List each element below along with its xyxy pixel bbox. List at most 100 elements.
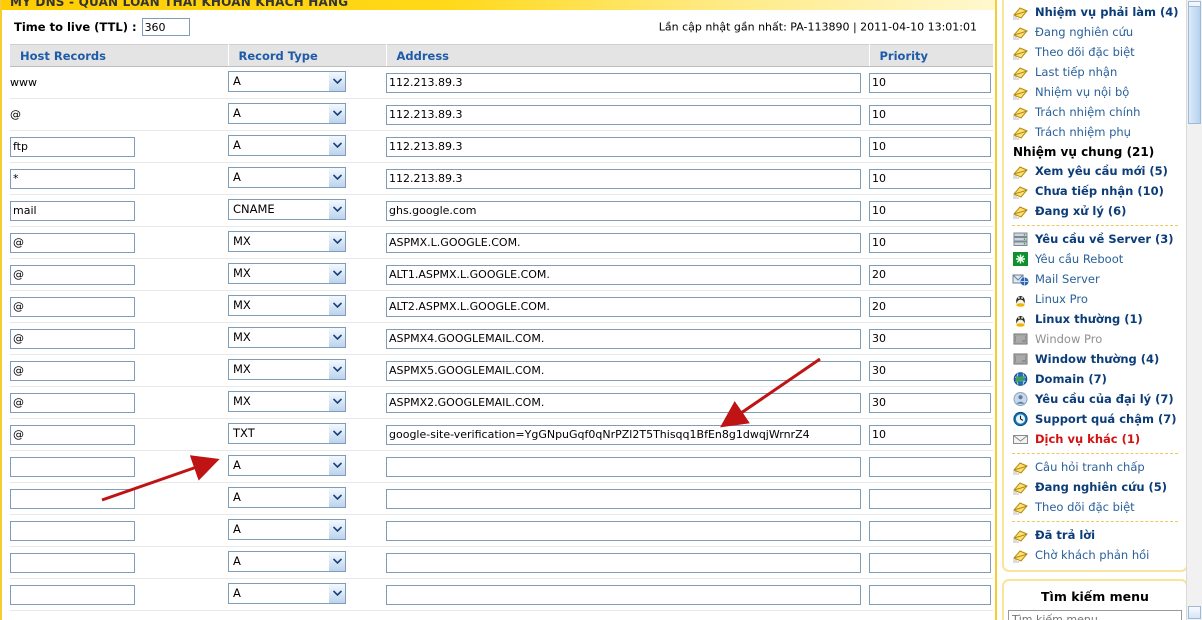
record-type-select[interactable]: A (228, 550, 346, 572)
address-input[interactable] (386, 168, 861, 189)
priority-input[interactable] (869, 488, 991, 509)
address-input[interactable] (386, 200, 861, 221)
priority-input[interactable] (869, 360, 991, 381)
host-record-input[interactable] (10, 136, 135, 157)
chevron-down-icon[interactable] (328, 199, 345, 219)
priority-input[interactable] (869, 520, 991, 541)
record-type-select[interactable]: MX (228, 358, 346, 380)
host-record-input[interactable] (10, 328, 135, 349)
sidebar-item[interactable]: Dịch vụ khác (1) (1008, 429, 1182, 449)
host-record-input[interactable] (10, 200, 135, 221)
address-input[interactable] (386, 584, 861, 605)
sidebar-item[interactable]: Linux thường (1) (1008, 309, 1182, 329)
sidebar-item[interactable]: Yêu cầu Reboot (1008, 249, 1182, 269)
sidebar-item[interactable]: Trách nhiệm chính (1008, 102, 1182, 122)
priority-input[interactable] (869, 456, 991, 477)
address-input[interactable] (386, 136, 861, 157)
priority-input[interactable] (869, 232, 991, 253)
chevron-down-icon[interactable] (328, 103, 345, 123)
sidebar-item[interactable]: Theo dõi đặc biệt (1008, 497, 1182, 517)
chevron-down-icon[interactable] (328, 583, 345, 603)
priority-input[interactable] (869, 264, 991, 285)
priority-input[interactable] (869, 200, 991, 221)
sidebar-item[interactable]: Câu hỏi tranh chấp (1008, 457, 1182, 477)
sidebar-item[interactable]: Window Pro (1008, 329, 1182, 349)
record-type-select[interactable]: MX (228, 294, 346, 316)
sidebar-item[interactable]: Xem yêu cầu mới (5) (1008, 161, 1182, 181)
scrollbar-thumb[interactable] (1188, 6, 1201, 124)
sidebar-item[interactable]: Linux Pro (1008, 289, 1182, 309)
host-record-input[interactable] (10, 584, 135, 605)
chevron-down-icon[interactable] (328, 135, 345, 155)
sidebar-item[interactable]: Đang nghiên cứu (1008, 22, 1182, 42)
sidebar-item[interactable]: Đang nghiên cứu (5) (1008, 477, 1182, 497)
chevron-down-icon[interactable] (328, 551, 345, 571)
sidebar-item[interactable]: Mail Server (1008, 269, 1182, 289)
ttl-input[interactable] (141, 18, 190, 36)
record-type-select[interactable]: TXT (228, 422, 346, 444)
address-input[interactable] (386, 360, 861, 381)
chevron-down-icon[interactable] (328, 359, 345, 379)
priority-input[interactable] (869, 136, 991, 157)
chevron-down-icon[interactable] (328, 423, 345, 443)
address-input[interactable] (386, 296, 861, 317)
host-record-input[interactable] (10, 520, 135, 541)
address-input[interactable] (386, 328, 861, 349)
chevron-down-icon[interactable] (328, 167, 345, 187)
record-type-select[interactable]: A (228, 70, 346, 92)
scroll-down-button[interactable] (1188, 606, 1201, 619)
sidebar-item[interactable]: Đang xử lý (6) (1008, 201, 1182, 221)
sidebar-item[interactable]: Window thường (4) (1008, 349, 1182, 369)
sidebar-item[interactable]: Trách nhiệm phụ (1008, 122, 1182, 142)
host-record-input[interactable] (10, 552, 135, 573)
address-input[interactable] (386, 456, 861, 477)
address-input[interactable] (386, 520, 861, 541)
record-type-select[interactable]: MX (228, 230, 346, 252)
priority-input[interactable] (869, 104, 991, 125)
page-scrollbar[interactable] (1186, 0, 1202, 620)
host-record-input[interactable] (10, 168, 135, 189)
priority-input[interactable] (869, 296, 991, 317)
priority-input[interactable] (869, 552, 991, 573)
record-type-select[interactable]: A (228, 134, 346, 156)
host-record-input[interactable] (10, 424, 135, 445)
chevron-down-icon[interactable] (328, 519, 345, 539)
chevron-down-icon[interactable] (328, 455, 345, 475)
priority-input[interactable] (869, 584, 991, 605)
record-type-select[interactable]: A (228, 166, 346, 188)
host-record-input[interactable] (10, 456, 135, 477)
record-type-select[interactable]: A (228, 102, 346, 124)
sidebar-item[interactable]: Theo dõi đặc biệt (1008, 42, 1182, 62)
record-type-select[interactable]: A (228, 518, 346, 540)
address-input[interactable] (386, 104, 861, 125)
sidebar-item[interactable]: Last tiếp nhận (1008, 62, 1182, 82)
address-input[interactable] (386, 264, 861, 285)
sidebar-item[interactable]: Đã trả lời (1008, 525, 1182, 545)
address-input[interactable] (386, 392, 861, 413)
priority-input[interactable] (869, 424, 991, 445)
chevron-down-icon[interactable] (328, 295, 345, 315)
menu-search-input[interactable] (1008, 610, 1182, 620)
sidebar-item[interactable]: Domain (7) (1008, 369, 1182, 389)
record-type-select[interactable]: A (228, 582, 346, 604)
host-record-input[interactable] (10, 392, 135, 413)
record-type-select[interactable]: MX (228, 326, 346, 348)
host-record-input[interactable] (10, 296, 135, 317)
chevron-down-icon[interactable] (328, 487, 345, 507)
sidebar-item[interactable]: Yêu cầu của đại lý (7) (1008, 389, 1182, 409)
record-type-select[interactable]: A (228, 486, 346, 508)
record-type-select[interactable]: MX (228, 390, 346, 412)
priority-input[interactable] (869, 72, 991, 93)
sidebar-item[interactable]: Chưa tiếp nhận (10) (1008, 181, 1182, 201)
priority-input[interactable] (869, 168, 991, 189)
host-record-input[interactable] (10, 360, 135, 381)
address-input[interactable] (386, 232, 861, 253)
sidebar-item[interactable]: Nhiệm vụ phải làm (4) (1008, 2, 1182, 22)
record-type-select[interactable]: MX (228, 262, 346, 284)
sidebar-item[interactable]: Yêu cầu về Server (3) (1008, 229, 1182, 249)
sidebar-item[interactable]: Support quá chậm (7) (1008, 409, 1182, 429)
record-type-select[interactable]: CNAME (228, 198, 346, 220)
host-record-input[interactable] (10, 264, 135, 285)
priority-input[interactable] (869, 392, 991, 413)
address-input[interactable] (386, 424, 861, 445)
